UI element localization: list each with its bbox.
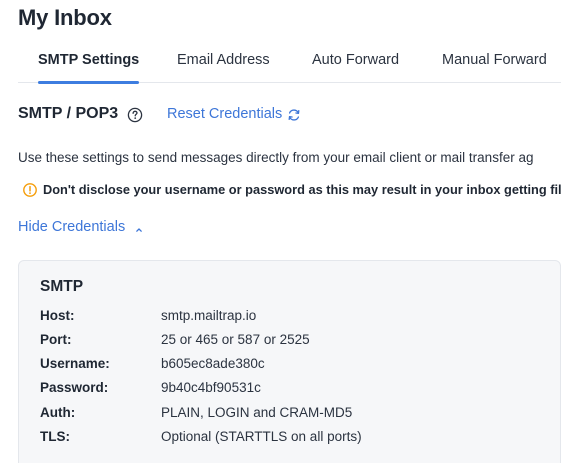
credential-value: b605ec8ade380c bbox=[161, 356, 265, 371]
chevron-up-icon[interactable] bbox=[134, 222, 144, 232]
credential-row-port: Port: 25 or 465 or 587 or 2525 bbox=[40, 332, 540, 352]
credential-value: PLAIN, LOGIN and CRAM-MD5 bbox=[161, 405, 353, 420]
tab-manual-forward[interactable]: Manual Forward bbox=[442, 44, 547, 83]
credential-value: 25 or 465 or 587 or 2525 bbox=[161, 332, 310, 347]
credential-value: Optional (STARTTLS on all ports) bbox=[161, 429, 362, 444]
card-title: SMTP bbox=[40, 278, 84, 295]
credential-label: TLS: bbox=[40, 429, 70, 444]
credential-label: Port: bbox=[40, 332, 72, 347]
page-title: My Inbox bbox=[18, 5, 112, 30]
credential-label: Auth: bbox=[40, 405, 76, 420]
credential-row-auth: Auth: PLAIN, LOGIN and CRAM-MD5 bbox=[40, 405, 540, 425]
credential-row-password: Password: 9b40c4bf90531c bbox=[40, 380, 540, 400]
tab-bar: SMTP Settings Email Address Auto Forward… bbox=[18, 44, 561, 84]
credential-value: smtp.mailtrap.io bbox=[161, 308, 257, 323]
warning-icon bbox=[23, 183, 37, 197]
tab-smtp-settings[interactable]: SMTP Settings bbox=[38, 44, 140, 84]
warning-text: Don't disclose your username or password… bbox=[43, 182, 561, 197]
credential-label: Host: bbox=[40, 308, 75, 323]
credential-row-host: Host: smtp.mailtrap.io bbox=[40, 308, 540, 328]
tab-email-address[interactable]: Email Address bbox=[177, 44, 270, 83]
reset-credentials-link[interactable]: Reset Credentials bbox=[167, 106, 282, 122]
question-circle-icon[interactable] bbox=[127, 107, 143, 123]
smtp-credentials-card: SMTP Host: smtp.mailtrap.io Port: 25 or … bbox=[18, 260, 561, 463]
hide-credentials-link[interactable]: Hide Credentials bbox=[18, 219, 125, 235]
settings-description: Use these settings to send messages dire… bbox=[18, 150, 534, 165]
credential-label: Username: bbox=[40, 356, 110, 371]
credential-label: Password: bbox=[40, 380, 109, 395]
refresh-icon[interactable] bbox=[287, 108, 301, 122]
credential-row-username: Username: b605ec8ade380c bbox=[40, 356, 540, 376]
inbox-page: My Inbox SMTP Settings Email Address Aut… bbox=[0, 0, 561, 463]
tab-auto-forward[interactable]: Auto Forward bbox=[312, 44, 399, 83]
credential-row-tls: TLS: Optional (STARTTLS on all ports) bbox=[40, 429, 540, 449]
section-title: SMTP / POP3 bbox=[18, 105, 119, 122]
credential-value: 9b40c4bf90531c bbox=[161, 380, 261, 395]
